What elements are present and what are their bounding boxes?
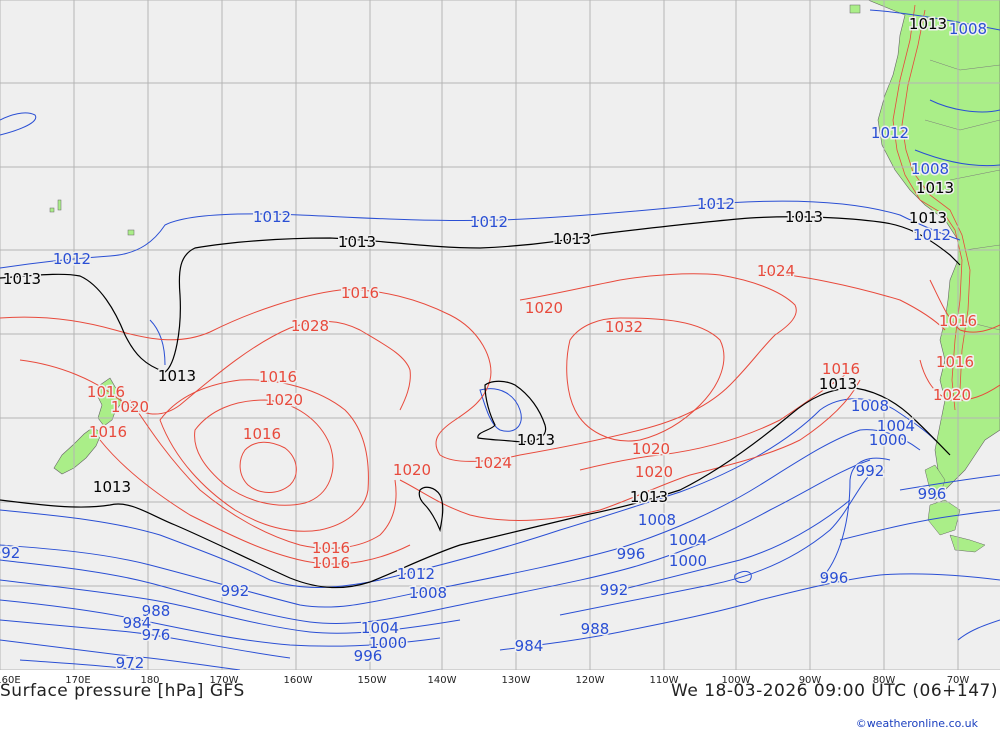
- isobar-label-red: 1028: [291, 317, 329, 335]
- isobar-label-red: 1020: [933, 386, 971, 404]
- isobar-label-blue: 996: [918, 485, 947, 503]
- isobar-label-red: 1016: [341, 284, 379, 302]
- isobar-label-blue: 1012: [697, 195, 735, 213]
- isobar-label-blue: 1004: [361, 619, 399, 637]
- isobar-label-black: 1013: [916, 179, 954, 197]
- isobar-label-blue: 1008: [409, 584, 447, 602]
- longitude-label: 130W: [502, 675, 531, 686]
- isobar-label-blue: 1008: [949, 20, 987, 38]
- isobar-label-blue: 1012: [397, 565, 435, 583]
- isobar-label-red: 1016: [312, 554, 350, 572]
- isobar-label-blue: 988: [581, 620, 610, 638]
- isobar-label-blue: 1012: [253, 208, 291, 226]
- isobar-label-black: 1013: [158, 367, 196, 385]
- isobar-label-red: 1020: [393, 461, 431, 479]
- isobar-label-black: 1013: [517, 431, 555, 449]
- isobar-label-red: 1016: [243, 425, 281, 443]
- isobar-label-black: 1013: [93, 478, 131, 496]
- isobar-label-black: 1013: [909, 15, 947, 33]
- ocean-area: [0, 0, 1000, 670]
- isobar-label-red: 1016: [939, 312, 977, 330]
- isobar-label-red: 1020: [632, 440, 670, 458]
- isobar-label-blue: 992: [600, 581, 629, 599]
- isobar-label-blue: 996: [820, 569, 849, 587]
- longitude-label: 120W: [576, 675, 605, 686]
- isobar-label-blue: 992: [0, 544, 20, 562]
- isobar-label-black: 1013: [630, 488, 668, 506]
- isobar-label-blue: 1004: [669, 531, 707, 549]
- isobar-label-blue: 1012: [871, 124, 909, 142]
- isobar-label-red: 1016: [822, 360, 860, 378]
- isobar-label-black: 1013: [3, 270, 41, 288]
- isobar-label-blue: 996: [617, 545, 646, 563]
- isobar-label-blue: 1012: [53, 250, 91, 268]
- isobar-label-red: 1016: [89, 423, 127, 441]
- isobar-label-red: 1020: [525, 299, 563, 317]
- isobar-label-black: 1013: [338, 233, 376, 251]
- isobar-label-red: 1016: [259, 368, 297, 386]
- isobar-label-blue: 1008: [851, 397, 889, 415]
- isobar-label-blue: 1008: [638, 511, 676, 529]
- isobar-label-black: 1013: [909, 209, 947, 227]
- isobar-label-blue: 992: [221, 582, 250, 600]
- isobar-label-blue: 1008: [911, 160, 949, 178]
- isobar-label-black: 1013: [785, 208, 823, 226]
- isobar-label-blue: 992: [856, 462, 885, 480]
- longitude-label: 150W: [358, 675, 387, 686]
- valid-datetime: We 18-03-2026 09:00 UTC (06+147): [671, 681, 998, 701]
- isobar-label-blue: 972: [116, 654, 145, 672]
- isobar-label-red: 1024: [757, 262, 795, 280]
- longitude-label: 140W: [428, 675, 457, 686]
- isobar-label-blue: 976: [142, 626, 171, 644]
- isobar-label-red: 1024: [474, 454, 512, 472]
- isobar-label-blue: 996: [354, 647, 383, 665]
- isobar-label-red: 1020: [111, 398, 149, 416]
- isobar-label-black: 1013: [553, 230, 591, 248]
- isobar-label-blue: 984: [515, 637, 544, 655]
- isobar-label-blue: 1012: [913, 226, 951, 244]
- isobar-label-red: 1020: [635, 463, 673, 481]
- isobar-label-blue: 1012: [470, 213, 508, 231]
- isobar-label-red: 1032: [605, 318, 643, 336]
- map-canvas: 1013 1013 1013 1013 1013 1013 1013 1013 1013 1013…: [0, 0, 1000, 733]
- isobar-label-blue: 1000: [869, 431, 907, 449]
- credit-link[interactable]: ©weatheronline.co.uk: [856, 717, 979, 730]
- surface-pressure-map: 1013 1013 1013 1013 1013 1013 1013 1013 1013 1013…: [0, 0, 1000, 733]
- isobar-label-blue: 1000: [669, 552, 707, 570]
- longitude-label: 160W: [284, 675, 313, 686]
- isobar-label-red: 1016: [936, 353, 974, 371]
- isobar-label-red: 1020: [265, 391, 303, 409]
- map-title: Surface pressure [hPa] GFS: [0, 681, 245, 701]
